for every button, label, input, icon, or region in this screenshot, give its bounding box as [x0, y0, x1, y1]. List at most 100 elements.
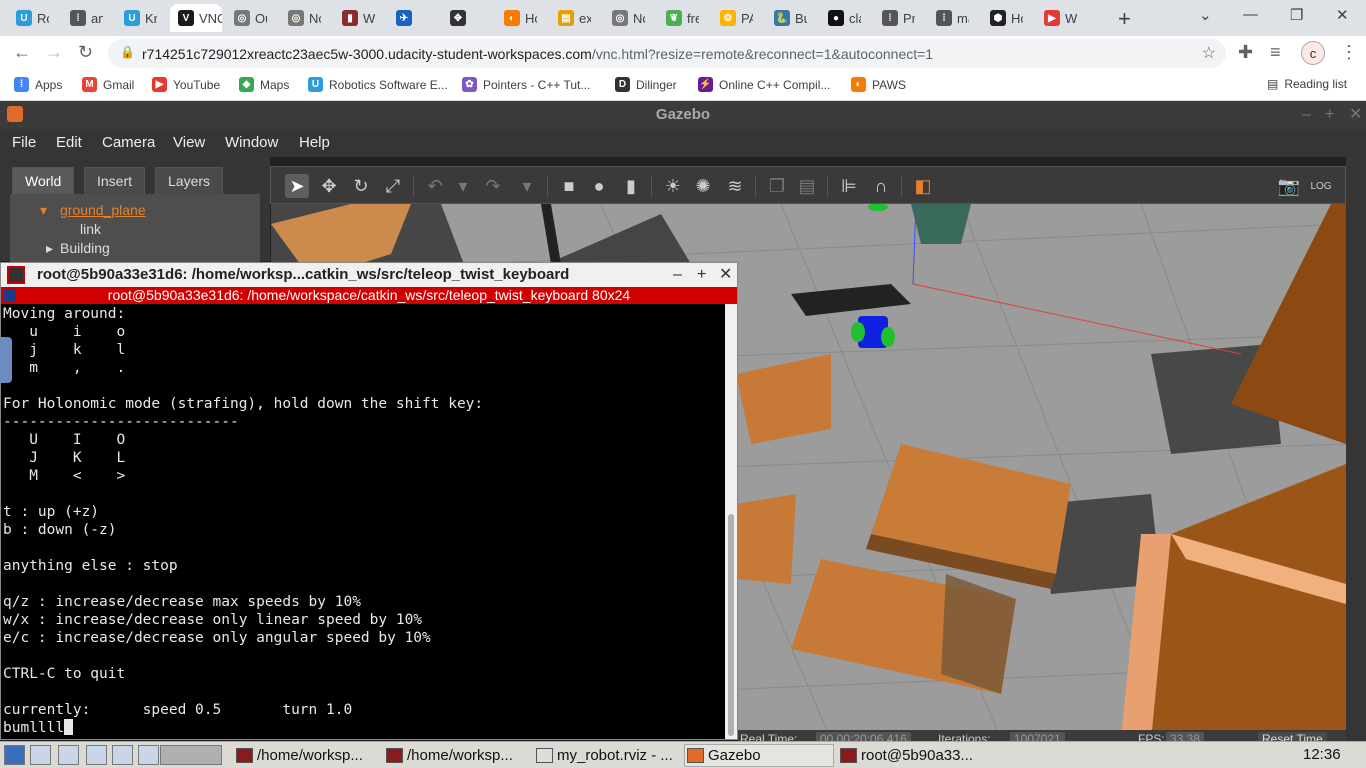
bookmark-item[interactable]: ⁞ Apps [14, 77, 62, 92]
taskbar-item-rviz[interactable]: my_robot.rviz - ... [534, 744, 684, 767]
browser-tab[interactable]: ◎ Out [226, 4, 267, 32]
browser-tab[interactable]: ⁞ am [62, 4, 103, 32]
browser-tab[interactable]: ▤ exa [550, 4, 591, 32]
select-mode-icon[interactable]: ➤ [285, 174, 309, 198]
bookmark-item[interactable]: ⚡ Online C++ Compil... [698, 77, 830, 92]
browser-tab[interactable]: ▶ We [1036, 4, 1077, 32]
tab-layers[interactable]: Layers [155, 167, 224, 194]
menu-view[interactable]: View [173, 134, 205, 151]
bookmark-item[interactable]: U Robotics Software E... [308, 77, 448, 92]
directional-light-icon[interactable]: ≋ [723, 174, 747, 198]
show-desktop-icon[interactable] [30, 745, 51, 765]
browser-tab[interactable]: ▮ Wik [334, 4, 375, 32]
bookmark-item[interactable]: M Gmail [82, 77, 134, 92]
gazebo-close-button[interactable]: ✕ [1349, 101, 1362, 129]
file-manager-icon[interactable] [58, 745, 79, 765]
bookmark-item[interactable]: D Dilinger [615, 77, 677, 92]
address-bar[interactable]: 🔒 r714251c729012xreactc23aec5w-3000.udac… [108, 39, 1226, 68]
terminal-output[interactable]: Moving around: u i o j k l m , . For Holo… [1, 304, 725, 739]
snap-icon[interactable]: ∩ [869, 174, 893, 198]
gazebo-right-splitter[interactable] [1346, 157, 1366, 741]
new-tab-button[interactable]: + [1118, 6, 1131, 32]
browser-tab[interactable]: ❦ fre [658, 4, 699, 32]
menu-camera[interactable]: Camera [102, 134, 155, 151]
bookmark-star-icon[interactable]: ☆ [1202, 43, 1216, 63]
redo-icon[interactable]: ↷ [481, 174, 505, 198]
terminal-window[interactable]: root@5b90a33e31d6: /home/worksp...catkin… [0, 262, 738, 740]
lock-icon[interactable]: 🔒 [120, 45, 135, 59]
bookmark-item[interactable]: ◐ PAWS [851, 77, 906, 92]
tab-insert[interactable]: Insert [84, 167, 146, 194]
menu-file[interactable]: File [12, 134, 36, 151]
menu-icon[interactable]: ⋮ [1340, 42, 1358, 63]
vnc-side-handle[interactable] [0, 337, 12, 383]
log-icon[interactable]: LOG [1309, 174, 1333, 198]
reload-icon[interactable]: ↻ [78, 42, 93, 63]
taskbar-item-terminal-3[interactable]: root@5b90a33... [838, 744, 988, 767]
bookmark-item[interactable]: ▶ YouTube [152, 77, 220, 92]
box-shape-icon[interactable]: ■ [557, 174, 581, 198]
undo-dropdown-icon[interactable]: ▾ [451, 174, 475, 198]
tree-collapse-icon[interactable]: ▸ [46, 240, 53, 257]
sphere-shape-icon[interactable]: ● [587, 174, 611, 198]
reading-list-button[interactable]: ▤ Reading list [1267, 77, 1347, 91]
media-icon[interactable]: ≡ [1270, 42, 1281, 63]
browser-launcher-icon[interactable] [86, 745, 107, 765]
browser-tab[interactable]: U Rol [8, 4, 49, 32]
browser-tab[interactable]: 🐍 Bui [766, 4, 807, 32]
terminal-scrollbar[interactable] [725, 304, 737, 739]
browser-tab[interactable]: ⁞ Pro [874, 4, 915, 32]
browser-tab[interactable]: ⬢ Ho [982, 4, 1023, 32]
undo-icon[interactable]: ↶ [423, 174, 447, 198]
bookmark-item[interactable]: ◆ Maps [239, 77, 289, 92]
browser-tab[interactable]: ◐ Ho [496, 4, 537, 32]
start-menu-icon[interactable] [4, 745, 25, 765]
terminal-minimize-button[interactable]: – [673, 263, 682, 287]
forward-icon[interactable]: → [45, 42, 63, 63]
browser-tab[interactable]: ◎ No [604, 4, 645, 32]
browser-tab[interactable]: ⁞ ma [928, 4, 969, 32]
view-angle-icon[interactable]: ◧ [911, 174, 935, 198]
screenshot-icon[interactable]: 📷 [1277, 174, 1301, 198]
gazebo-maximize-button[interactable]: + [1325, 101, 1334, 129]
tab-world[interactable]: World [12, 167, 75, 194]
redo-dropdown-icon[interactable]: ▾ [515, 174, 539, 198]
menu-window[interactable]: Window [225, 134, 278, 151]
tree-expand-icon[interactable]: ▾ [40, 202, 47, 219]
menu-help[interactable]: Help [299, 134, 330, 151]
tree-item-link[interactable]: link [80, 221, 101, 237]
tree-item-building[interactable]: Building [60, 240, 110, 256]
browser-tab[interactable]: U Kno [116, 4, 157, 32]
workspace-1-icon[interactable] [138, 745, 159, 765]
terminal-launcher-icon[interactable] [112, 745, 133, 765]
tab-search-icon[interactable]: ⌄ [1199, 6, 1212, 24]
paste-icon[interactable]: ▤ [795, 174, 819, 198]
extensions-icon[interactable]: ✚ [1238, 42, 1253, 63]
tree-item-ground-plane[interactable]: ground_plane [60, 202, 146, 218]
scale-mode-icon[interactable]: ⤢ [381, 174, 405, 198]
spot-light-icon[interactable]: ✺ [691, 174, 715, 198]
bookmark-item[interactable]: ✿ Pointers - C++ Tut... [462, 77, 590, 92]
browser-tab[interactable]: ⚙ PAV [712, 4, 753, 32]
taskbar-item-terminal-1[interactable]: /home/worksp... [234, 744, 384, 767]
terminal-scroll-thumb[interactable] [728, 514, 734, 736]
translate-mode-icon[interactable]: ✥ [317, 174, 341, 198]
terminal-prompt-line[interactable]: bumllll [3, 719, 723, 737]
browser-tab[interactable]: ✥ [442, 4, 483, 32]
point-light-icon[interactable]: ☀ [661, 174, 685, 198]
menu-edit[interactable]: Edit [56, 134, 82, 151]
back-icon[interactable]: ← [13, 42, 31, 63]
minimize-window-button[interactable]: — [1243, 6, 1258, 23]
browser-tab[interactable]: ✈ [388, 4, 429, 32]
close-window-button[interactable]: ✕ [1336, 6, 1349, 24]
taskbar-item-gazebo[interactable]: Gazebo [684, 744, 834, 767]
browser-tab[interactable]: VVNC✕ [170, 4, 222, 32]
terminal-maximize-button[interactable]: + [697, 263, 706, 287]
align-icon[interactable]: ⊫ [837, 174, 861, 198]
browser-tab[interactable]: ◎ No [280, 4, 321, 32]
avatar[interactable]: c [1301, 41, 1325, 65]
restore-window-button[interactable]: ❐ [1290, 6, 1303, 24]
workspace-switcher[interactable] [160, 745, 222, 765]
copy-icon[interactable]: ❐ [765, 174, 789, 198]
gazebo-minimize-button[interactable]: – [1302, 101, 1311, 129]
